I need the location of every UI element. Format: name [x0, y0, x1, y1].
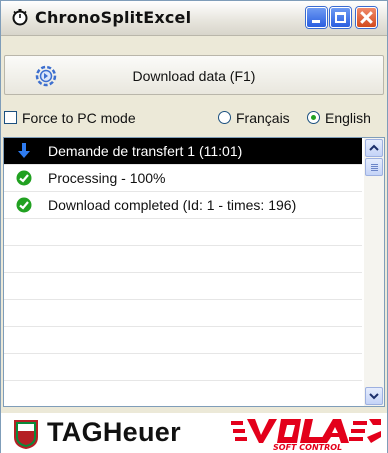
app-window: ChronoSplitExcel Download data (F1) Forc…: [0, 0, 388, 453]
minimize-button[interactable]: [306, 7, 327, 28]
log-list[interactable]: Demande de transfert 1 (11:01) Processin…: [3, 137, 385, 407]
footer-logos: TAGHeuer SOFT CONTROL: [1, 413, 387, 453]
force-pc-checkbox[interactable]: [4, 111, 17, 124]
list-item[interactable]: Download completed (Id: 1 - times: 196): [4, 192, 362, 219]
empty-row: [4, 354, 362, 381]
vertical-scrollbar[interactable]: [364, 138, 384, 406]
tag-heuer-logo-text: TAGHeuer: [47, 417, 181, 447]
download-data-button[interactable]: Download data (F1): [4, 55, 384, 95]
tag-heuer-shield-icon: [14, 420, 38, 449]
radio-english[interactable]: [307, 111, 320, 124]
empty-row: [4, 327, 362, 354]
scroll-up-button[interactable]: [365, 139, 383, 157]
radio-english-label[interactable]: English: [325, 110, 371, 126]
radio-francais-label[interactable]: Français: [236, 110, 290, 126]
empty-row: [4, 273, 362, 300]
options-row: Force to PC mode Français English: [1, 109, 387, 129]
radio-francais[interactable]: [218, 111, 231, 124]
log-rows: Demande de transfert 1 (11:01) Processin…: [4, 138, 362, 406]
force-pc-label[interactable]: Force to PC mode: [22, 110, 136, 126]
empty-row: [4, 246, 362, 273]
close-button[interactable]: [356, 7, 377, 28]
check-circle-icon: [16, 197, 32, 213]
list-item[interactable]: Processing - 100%: [4, 165, 362, 192]
stopwatch-icon: [12, 9, 28, 26]
empty-row: [4, 381, 362, 406]
empty-row: [4, 219, 362, 246]
scroll-down-button[interactable]: [365, 387, 383, 405]
arrow-down-icon: [18, 143, 30, 158]
list-item-text: Demande de transfert 1 (11:01): [48, 143, 243, 159]
maximize-button[interactable]: [330, 7, 351, 28]
svg-text:SOFT CONTROL: SOFT CONTROL: [273, 443, 342, 451]
window-title: ChronoSplitExcel: [35, 8, 192, 27]
title-bar[interactable]: ChronoSplitExcel: [1, 1, 387, 36]
chevron-down-icon: [369, 393, 379, 400]
check-circle-icon: [16, 170, 32, 186]
list-item-text: Processing - 100%: [48, 170, 166, 186]
download-data-label: Download data (F1): [132, 68, 256, 84]
empty-row: [4, 300, 362, 327]
scroll-thumb[interactable]: [365, 158, 383, 176]
list-item[interactable]: Demande de transfert 1 (11:01): [4, 138, 362, 165]
vola-logo: SOFT CONTROL: [231, 419, 381, 451]
list-item-text: Download completed (Id: 1 - times: 196): [48, 197, 297, 213]
chevron-up-icon: [369, 144, 379, 151]
